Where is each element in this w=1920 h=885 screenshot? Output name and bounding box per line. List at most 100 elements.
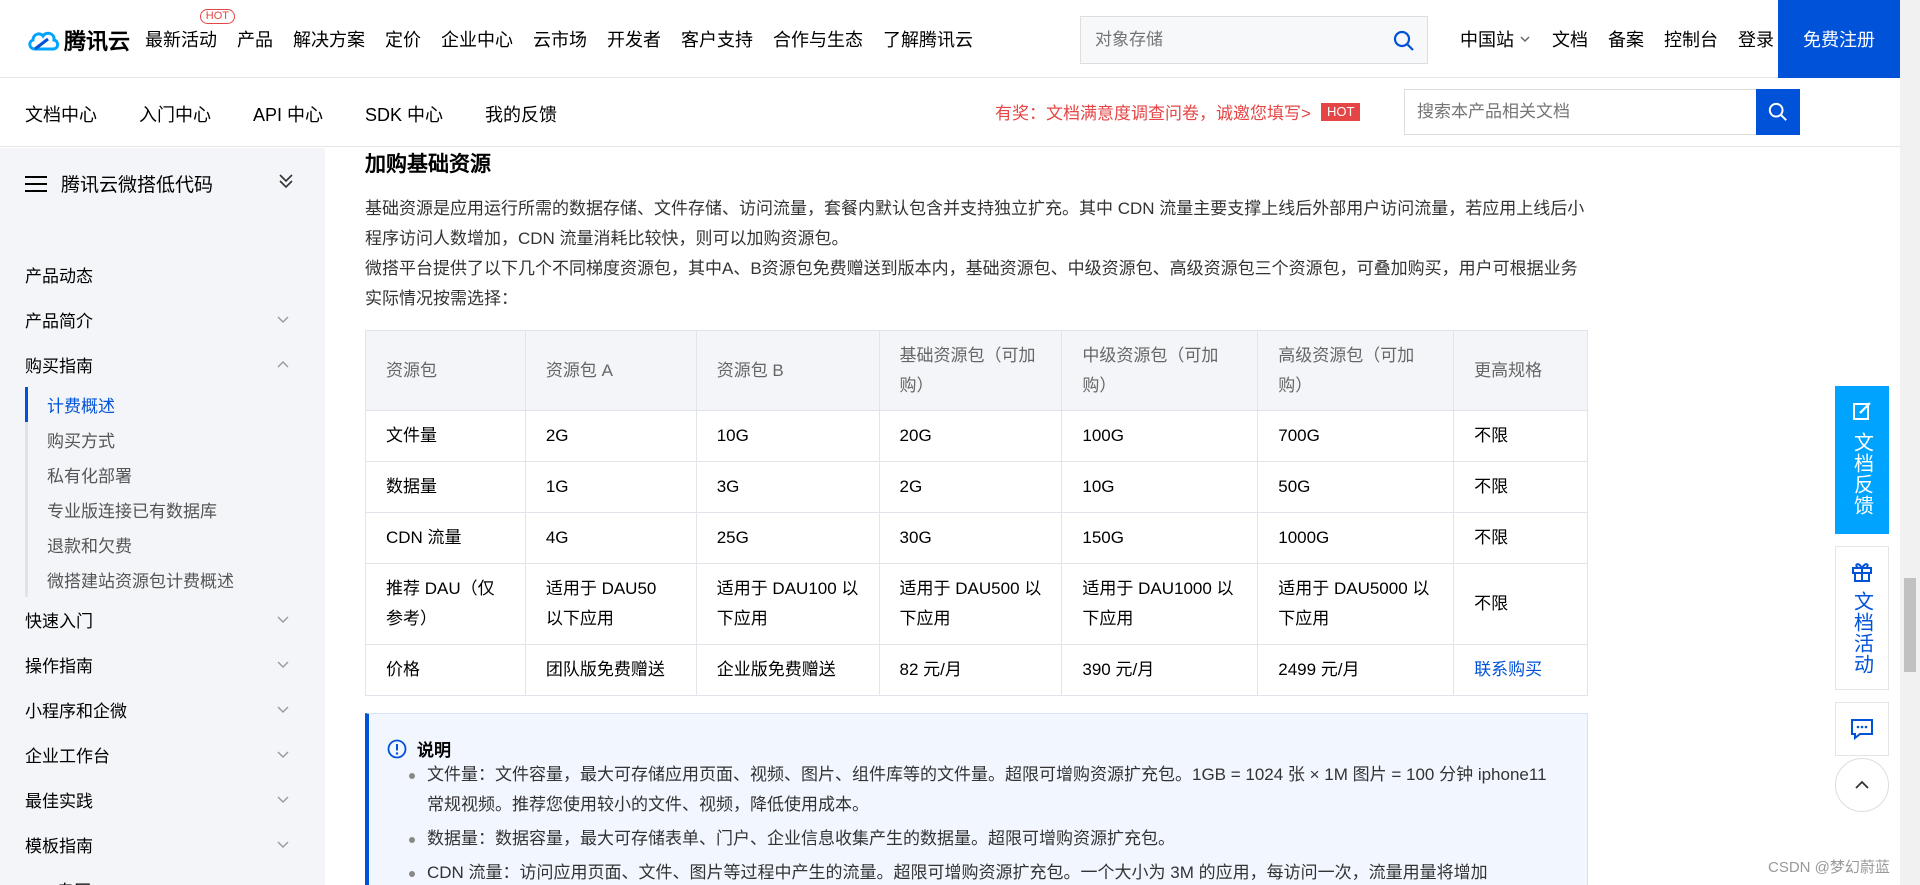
nav-item-market[interactable]: 云市场 xyxy=(533,26,587,52)
table-header-row: 资源包 资源包 A 资源包 B 基础资源包（可加购） 中级资源包（可加购） 高级… xyxy=(365,330,1588,411)
chevron-up-icon xyxy=(1855,780,1869,789)
tab-api-center[interactable]: API 中心 xyxy=(253,101,323,127)
sidebar-item-best-practice[interactable]: 最佳实践 xyxy=(0,777,325,822)
list-item: 文件量：文件容量，最大可存储应用页面、视频、图片、组件库等的文件量。超限可增购资… xyxy=(409,760,1547,820)
submenu-line xyxy=(25,387,28,597)
nav-item-ecosystem[interactable]: 合作与生态 xyxy=(773,26,863,52)
console-link[interactable]: 控制台 xyxy=(1664,26,1718,52)
table-cell: 20G xyxy=(878,410,1063,462)
chevron-down-icon xyxy=(1520,36,1530,43)
back-to-top-button[interactable] xyxy=(1835,758,1889,812)
note-title-text: 说明 xyxy=(417,741,451,760)
nav-item-products[interactable]: 产品 xyxy=(237,26,273,52)
chevron-down-icon xyxy=(277,661,289,668)
nav-item-events[interactable]: 最新活动 HOT xyxy=(145,9,235,52)
sidebar-item-operation-guide[interactable]: 操作指南 xyxy=(0,642,325,687)
sidebar-item-workbench[interactable]: 企业工作台 xyxy=(0,732,325,777)
scrollbar-thumb[interactable] xyxy=(1904,578,1916,672)
note-list: 文件量：文件容量，最大可存储应用页面、视频、图片、组件库等的文件量。超限可增购资… xyxy=(409,760,1547,885)
sidebar-item-template-guide[interactable]: 模板指南 xyxy=(0,822,325,867)
table-cell: 适用于 DAU1000 以下应用 xyxy=(1061,563,1259,645)
search-icon[interactable] xyxy=(1393,30,1415,57)
table-cell: 4G xyxy=(524,512,697,564)
sidebar-subitem-site-billing[interactable]: 微搭建站资源包计费概述 xyxy=(25,562,325,597)
doc-tabs: 文档中心 入门中心 API 中心 SDK 中心 我的反馈 xyxy=(25,101,599,127)
table-header: 更高规格 xyxy=(1453,330,1588,411)
sidebar-header[interactable]: 腾讯云微搭低代码 xyxy=(25,170,295,197)
table-cell: 文件量 xyxy=(365,410,526,462)
login-link[interactable]: 登录 xyxy=(1738,26,1774,52)
sidebar-item-api[interactable]: API 专区 xyxy=(0,867,325,885)
table-cell: 50G xyxy=(1257,461,1455,513)
sidebar-item-purchase-guide[interactable]: 购买指南 xyxy=(0,342,325,387)
sidebar-submenu: 计费概述 购买方式 私有化部署 专业版连接已有数据库 退款和欠费 微搭建站资源包… xyxy=(0,387,325,597)
cloud-logo-icon xyxy=(28,31,60,51)
table-cell: 适用于 DAU500 以下应用 xyxy=(878,563,1063,645)
chat-icon xyxy=(1851,719,1873,740)
scrollbar[interactable] xyxy=(1900,0,1920,885)
nav-item-support[interactable]: 客户支持 xyxy=(681,26,753,52)
chevron-down-icon xyxy=(277,796,289,803)
table-cell: 30G xyxy=(878,512,1063,564)
doc-search-input[interactable] xyxy=(1405,90,1755,134)
gift-icon xyxy=(1852,563,1872,582)
table-row: CDN 流量 4G 25G 30G 150G 1000G 不限 xyxy=(365,512,1588,564)
tab-my-feedback[interactable]: 我的反馈 xyxy=(485,101,557,127)
contact-purchase-link[interactable]: 联系购买 xyxy=(1453,644,1588,696)
doc-search-button[interactable] xyxy=(1756,89,1800,135)
table-cell: 1G xyxy=(524,461,697,513)
sidebar-item-label: 企业工作台 xyxy=(25,747,110,766)
activity-label: 文档活动 xyxy=(1850,591,1873,675)
region-selector[interactable]: 中国站 xyxy=(1460,26,1532,52)
global-search-input[interactable] xyxy=(1081,17,1371,63)
table-header: 资源包 xyxy=(365,330,526,411)
table-cell: 不限 xyxy=(1453,512,1588,564)
sidebar-item-label: API 专区 xyxy=(25,877,91,885)
tab-sdk-center[interactable]: SDK 中心 xyxy=(365,101,443,127)
sidebar-subitem-pro-db[interactable]: 专业版连接已有数据库 xyxy=(25,492,325,527)
table-cell: 25G xyxy=(695,512,880,564)
table-cell: 价格 xyxy=(365,644,526,696)
nav-item-solutions[interactable]: 解决方案 xyxy=(293,26,365,52)
right-nav: 中国站 文档 备案 控制台 登录 xyxy=(1460,26,1794,52)
table-row: 价格 团队版免费赠送 企业版免费赠送 82 元/月 390 元/月 2499 元… xyxy=(365,644,1588,696)
sidebar-subitem-billing-overview[interactable]: 计费概述 xyxy=(25,387,325,422)
chevron-down-icon xyxy=(277,706,289,713)
tencent-cloud-logo[interactable]: 腾讯云 xyxy=(26,24,130,56)
nav-item-developer[interactable]: 开发者 xyxy=(607,26,661,52)
nav-item-enterprise[interactable]: 企业中心 xyxy=(441,26,513,52)
table-cell: 150G xyxy=(1061,512,1259,564)
table-cell: 3G xyxy=(695,461,880,513)
nav-item-about[interactable]: 了解腾讯云 xyxy=(883,26,973,52)
tab-doc-center[interactable]: 文档中心 xyxy=(25,101,97,127)
promo-hot-badge: HOT xyxy=(1320,102,1361,121)
table-cell: CDN 流量 xyxy=(365,512,526,564)
sidebar-item-label: 最佳实践 xyxy=(25,792,93,811)
table-cell: 1000G xyxy=(1257,512,1455,564)
docs-link[interactable]: 文档 xyxy=(1552,26,1588,52)
sidebar-subitem-refund[interactable]: 退款和欠费 xyxy=(25,527,325,562)
sidebar-item-product-news[interactable]: 产品动态 xyxy=(0,252,325,297)
sidebar-subitem-purchase-method[interactable]: 购买方式 xyxy=(25,422,325,457)
table-cell: 适用于 DAU50 以下应用 xyxy=(524,563,697,645)
beian-link[interactable]: 备案 xyxy=(1608,26,1644,52)
sidebar-item-label: 产品动态 xyxy=(25,267,93,286)
sidebar-item-miniapp[interactable]: 小程序和企微 xyxy=(0,687,325,732)
table-header: 中级资源包（可加购） xyxy=(1061,330,1259,411)
table-cell: 不限 xyxy=(1453,461,1588,513)
paragraph: 微搭平台提供了以下几个不同梯度资源包，其中A、B资源包免费赠送到版本内，基础资源… xyxy=(365,259,1578,308)
nav-item-pricing[interactable]: 定价 xyxy=(385,26,421,52)
sidebar-item-product-intro[interactable]: 产品简介 xyxy=(0,297,325,342)
table-cell: 企业版免费赠送 xyxy=(695,644,880,696)
chat-button[interactable] xyxy=(1835,702,1889,756)
chevron-down-icon xyxy=(277,841,289,848)
signup-button[interactable]: 免费注册 xyxy=(1778,0,1900,78)
doc-feedback-button[interactable]: 文档反馈 xyxy=(1835,386,1889,534)
tab-getting-started[interactable]: 入门中心 xyxy=(139,101,211,127)
doc-activity-button[interactable]: 文档活动 xyxy=(1835,546,1889,690)
survey-promo-link[interactable]: 有奖：文档满意度调查问卷，诚邀您填写> HOT xyxy=(995,99,1361,124)
table-cell: 10G xyxy=(1061,461,1259,513)
sidebar-subitem-private-deploy[interactable]: 私有化部署 xyxy=(25,457,325,492)
hot-badge: HOT xyxy=(199,9,235,24)
sidebar-item-quickstart[interactable]: 快速入门 xyxy=(0,597,325,642)
